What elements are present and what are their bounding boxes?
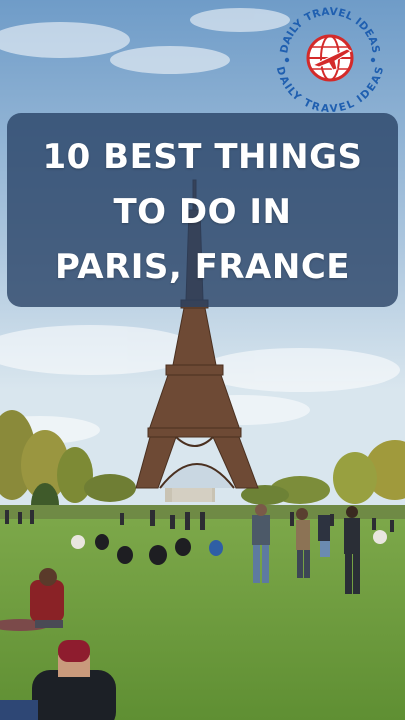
daily-travel-ideas-logo: DAILY TRAVEL IDEAS DAILY TRAVEL IDEAS: [275, 6, 385, 113]
title-line-1: 10 BEST THINGS: [42, 136, 363, 177]
title-line-3: PARIS, FRANCE: [54, 246, 351, 287]
globe-plane-icon: [306, 34, 354, 82]
title-line-2: TO DO IN: [113, 191, 292, 232]
title-card: 10 BEST THINGS TO DO IN PARIS, FRANCE: [7, 113, 398, 307]
